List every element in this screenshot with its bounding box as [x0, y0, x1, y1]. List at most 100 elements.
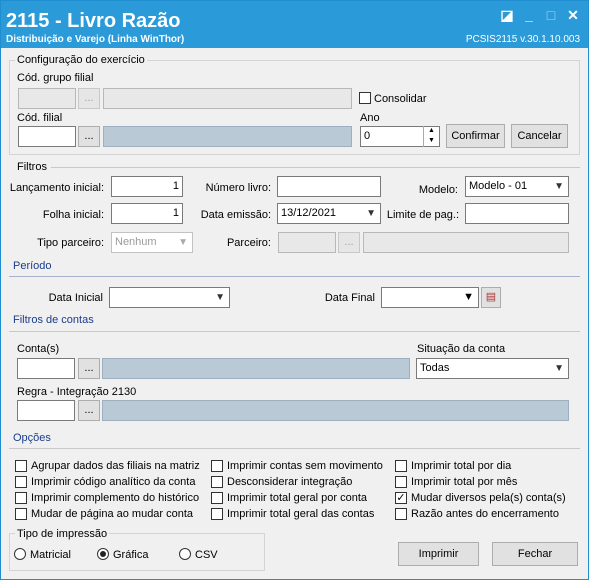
contas-search-button[interactable]: ...: [78, 358, 100, 379]
opcao-label: Razão antes do encerramento: [411, 508, 559, 520]
opcao-label: Imprimir total geral das contas: [227, 508, 375, 520]
title-bar: 2115 - Livro Razão Distribuição e Varejo…: [1, 1, 588, 48]
opcao-checkbox[interactable]: [15, 476, 27, 488]
fechar-button[interactable]: Fechar: [492, 542, 578, 566]
window-title: 2115 - Livro Razão: [6, 10, 181, 32]
imprimir-button[interactable]: Imprimir: [398, 542, 479, 566]
opcao-label: Mudar diversos pela(s) conta(s): [411, 492, 566, 504]
numero-livro-input[interactable]: [277, 176, 381, 197]
tipo-parceiro-value: Nenhum: [115, 236, 157, 248]
opcoes-divider: [9, 448, 580, 449]
exercicio-legend: Configuração do exercício: [15, 53, 147, 67]
window-subtitle: Distribuição e Varejo (Linha WinThor): [6, 34, 185, 45]
folha-label: Folha inicial:: [42, 209, 104, 221]
filial-search-button[interactable]: ...: [78, 126, 100, 147]
ano-label: Ano: [360, 112, 380, 124]
data-inicial-picker[interactable]: ▼: [109, 287, 230, 308]
data-final-picker[interactable]: ▼: [381, 287, 479, 308]
filtros-contas-title: Filtros de contas: [13, 314, 94, 326]
opcao-checkbox[interactable]: [211, 460, 223, 472]
minimize-icon[interactable]: _: [521, 7, 537, 23]
situacao-label: Situação da conta: [417, 343, 506, 355]
contas-label: Conta(s): [17, 343, 60, 355]
spin-up-icon[interactable]: ▲: [424, 126, 439, 136]
opcao-checkbox[interactable]: [395, 476, 407, 488]
opcao-checkbox[interactable]: [395, 508, 407, 520]
spin-down-icon[interactable]: ▼: [424, 136, 439, 146]
parceiro-label: Parceiro:: [226, 237, 271, 249]
chevron-down-icon: ▼: [178, 237, 188, 248]
opcao-checkbox[interactable]: [15, 460, 27, 472]
tipo-parceiro-select[interactable]: Nenhum ▼: [111, 232, 193, 253]
situacao-value: Todas: [420, 362, 450, 374]
lancamento-label: Lançamento inicial:: [9, 182, 104, 194]
modelo-select[interactable]: Modelo - 01 ▼: [465, 176, 569, 197]
chevron-down-icon: ▼: [366, 208, 376, 219]
opcao-checkbox[interactable]: [211, 476, 223, 488]
filial-input[interactable]: [18, 126, 76, 147]
lancamento-input[interactable]: 1: [111, 176, 183, 197]
opcao-checkbox[interactable]: [15, 508, 27, 520]
contas-desc: [102, 358, 410, 379]
numero-livro-label: Número livro:: [205, 182, 271, 194]
data-final-label: Data Final: [324, 292, 375, 304]
calendar-icon: ▤: [485, 291, 497, 303]
grupo-filial-search-button: ...: [78, 88, 100, 109]
regra-search-button[interactable]: ...: [78, 400, 100, 421]
filtros-legend: Filtros: [17, 161, 47, 173]
opcao-label: Agrupar dados das filiais na matriz: [31, 460, 200, 472]
limite-pag-input[interactable]: [465, 203, 569, 224]
ano-spinner[interactable]: ▲ ▼: [423, 126, 439, 147]
contas-input[interactable]: [17, 358, 75, 379]
csv-radio[interactable]: [179, 548, 191, 560]
close-icon[interactable]: ✕: [565, 7, 581, 23]
grupo-filial-desc: [103, 88, 352, 109]
opcao-checkbox[interactable]: [395, 460, 407, 472]
opcao-checkbox[interactable]: [15, 492, 27, 504]
opcao-label: Imprimir total por dia: [411, 460, 512, 472]
data-emissao-picker[interactable]: 13/12/2021 ▼: [277, 203, 381, 224]
periodo-title: Período: [13, 260, 52, 272]
grupo-filial-label: Cód. grupo filial: [17, 72, 94, 84]
chevron-down-icon: ▼: [215, 292, 225, 303]
situacao-select[interactable]: Todas ▼: [416, 358, 569, 379]
matricial-label: Matricial: [30, 549, 71, 561]
opcao-checkbox[interactable]: ✓: [395, 492, 407, 504]
grafica-radio[interactable]: [97, 548, 109, 560]
parceiro-search-button: ...: [338, 232, 360, 253]
parceiro-desc: [363, 232, 569, 253]
opcao-checkbox[interactable]: [211, 492, 223, 504]
consolidar-label: Consolidar: [374, 93, 427, 105]
grupo-filial-input: [18, 88, 76, 109]
limite-pag-label: Limite de pag.:: [386, 209, 459, 221]
filtros-divider: [51, 167, 580, 168]
main-window: 2115 - Livro Razão Distribuição e Varejo…: [0, 0, 589, 580]
filial-desc: [103, 126, 352, 147]
calendar-button[interactable]: ▤: [481, 287, 501, 308]
csv-label: CSV: [195, 549, 218, 561]
regra-input[interactable]: [17, 400, 75, 421]
cancelar-button[interactable]: Cancelar: [511, 124, 568, 148]
folha-input[interactable]: 1: [111, 203, 183, 224]
modelo-label: Modelo:: [418, 184, 458, 196]
chevron-down-icon: ▼: [554, 181, 564, 192]
regra-label: Regra - Integração 2130: [17, 386, 137, 398]
opcao-label: Imprimir total por mês: [411, 476, 518, 488]
chevron-down-icon: ▼: [554, 363, 564, 374]
confirmar-button[interactable]: Confirmar: [446, 124, 505, 148]
periodo-divider: [9, 276, 580, 277]
opcao-label: Imprimir total geral por conta: [227, 492, 367, 504]
opcao-checkbox[interactable]: [211, 508, 223, 520]
impressao-legend: Tipo de impressão: [15, 527, 110, 541]
chevron-down-icon: ▼: [463, 291, 474, 303]
version-label: PCSIS2115 v.30.1.10.003: [465, 34, 580, 45]
opcao-label: Imprimir contas sem movimento: [227, 460, 383, 472]
maximize-icon[interactable]: □: [543, 7, 559, 23]
consolidar-checkbox[interactable]: [359, 92, 371, 104]
restore-icon[interactable]: ◪: [499, 7, 515, 23]
filtros-contas-divider: [9, 331, 580, 332]
opcao-label: Desconsiderar integração: [227, 476, 353, 488]
matricial-radio[interactable]: [14, 548, 26, 560]
modelo-value: Modelo - 01: [469, 180, 528, 192]
opcao-label: Mudar de página ao mudar conta: [31, 508, 194, 520]
